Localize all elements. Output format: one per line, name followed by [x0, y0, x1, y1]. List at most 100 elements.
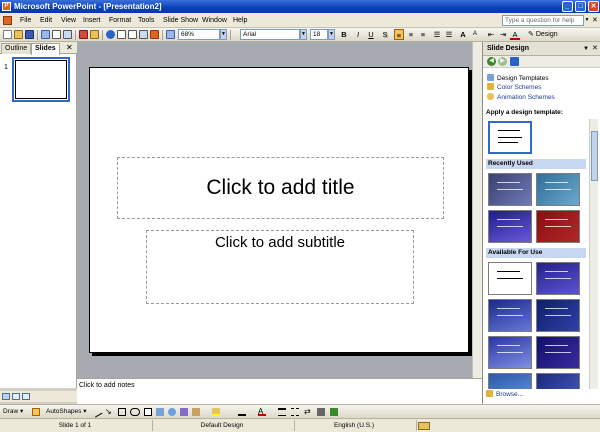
font-size-dropdown-arrow[interactable]: ▼	[328, 29, 335, 40]
template-default[interactable]	[488, 121, 532, 154]
select-objects-icon[interactable]	[32, 408, 40, 416]
maximize-button[interactable]: □	[575, 1, 586, 12]
color-grayscale-icon[interactable]	[150, 30, 159, 39]
task-pane-close-button[interactable]: ✕	[592, 43, 598, 55]
template-available-4[interactable]	[536, 299, 580, 332]
italic-button[interactable]: I	[353, 29, 363, 40]
close-window-button[interactable]: ✕	[588, 1, 599, 12]
template-available-7[interactable]	[488, 373, 532, 389]
home-icon[interactable]	[510, 57, 519, 66]
decrease-font-button[interactable]: A	[470, 29, 480, 40]
menu-file[interactable]: File	[19, 15, 32, 26]
numbering-button[interactable]: ☰	[432, 29, 442, 40]
line-icon[interactable]	[91, 406, 103, 418]
cut-icon[interactable]	[79, 30, 88, 39]
template-available-1[interactable]	[488, 262, 532, 295]
slide-canvas[interactable]: Click to add title Click to add subtitle	[89, 67, 469, 353]
print-preview-icon[interactable]	[63, 30, 72, 39]
align-right-button[interactable]: ≡	[418, 29, 428, 40]
bullets-button[interactable]: ☰	[444, 29, 454, 40]
template-available-5[interactable]	[488, 336, 532, 369]
slide-show-view-icon[interactable]	[22, 393, 30, 400]
tab-slides[interactable]: Slides	[31, 43, 60, 55]
shadow-button[interactable]: S	[380, 29, 390, 40]
zoom-dropdown-arrow[interactable]: ▼	[220, 29, 227, 40]
document-icon[interactable]	[3, 16, 12, 25]
forward-icon[interactable]: ▶	[498, 57, 507, 66]
scrollbar-thumb[interactable]	[591, 131, 598, 181]
notes-pane[interactable]: Click to add notes	[77, 378, 482, 404]
dash-style-icon[interactable]	[291, 408, 299, 416]
increase-font-button[interactable]: A	[458, 29, 468, 40]
bold-button[interactable]: B	[339, 29, 349, 40]
window-title-bar[interactable]: P Microsoft PowerPoint - [Presentation2]…	[0, 0, 600, 13]
paste-icon[interactable]	[90, 30, 99, 39]
ask-a-question-input[interactable]: Type a question for help	[502, 15, 584, 26]
wordart-icon[interactable]	[156, 408, 164, 416]
font-size-select[interactable]: 18	[310, 29, 328, 40]
normal-view-icon[interactable]	[2, 393, 10, 400]
pane-close-button[interactable]: ✕	[66, 43, 73, 53]
vertical-scrollbar[interactable]	[472, 42, 482, 378]
template-available-8[interactable]	[536, 373, 580, 389]
line-style-icon[interactable]	[278, 408, 286, 416]
clip-art-icon[interactable]	[180, 408, 188, 416]
browse-link[interactable]: Browse...	[486, 390, 523, 398]
powerpoint-app-icon[interactable]: P	[2, 2, 11, 11]
title-placeholder[interactable]: Click to add title	[117, 157, 444, 219]
font-name-select[interactable]: Arial	[240, 29, 300, 40]
save-icon[interactable]	[25, 30, 34, 39]
template-available-3[interactable]	[488, 299, 532, 332]
diagram-icon[interactable]	[168, 408, 176, 416]
template-recent-2[interactable]	[536, 173, 580, 206]
menu-format[interactable]: Format	[108, 15, 132, 26]
slide-thumbnail[interactable]	[12, 57, 70, 102]
undo-icon[interactable]	[106, 30, 115, 39]
align-left-button[interactable]: ≡	[394, 29, 404, 40]
minimize-button[interactable]: _	[562, 1, 573, 12]
menu-insert[interactable]: Insert	[82, 15, 102, 26]
subtitle-placeholder[interactable]: Click to add subtitle	[146, 230, 414, 304]
template-available-6[interactable]	[536, 336, 580, 369]
arrow-icon[interactable]: ↘	[105, 408, 113, 416]
link-color-schemes[interactable]: Color Schemes	[487, 83, 541, 92]
back-icon[interactable]: ◀	[487, 57, 496, 66]
template-recent-4[interactable]	[536, 210, 580, 243]
menu-view[interactable]: View	[60, 15, 77, 26]
show-grid-icon[interactable]	[166, 30, 175, 39]
line-color-icon[interactable]	[238, 408, 246, 416]
tab-outline[interactable]: Outline	[1, 43, 32, 54]
template-recent-1[interactable]	[488, 173, 532, 206]
design-button[interactable]: ✎ Design	[528, 29, 558, 40]
text-box-icon[interactable]	[144, 408, 152, 416]
oval-icon[interactable]	[130, 408, 140, 416]
menu-edit[interactable]: Edit	[39, 15, 53, 26]
template-gallery-scrollbar[interactable]	[589, 119, 598, 389]
print-icon[interactable]	[52, 30, 61, 39]
link-animation-schemes[interactable]: Animation Schemes	[487, 93, 555, 102]
fill-color-icon[interactable]	[212, 408, 220, 416]
link-design-templates[interactable]: Design Templates	[487, 74, 549, 83]
spelling-status-icon[interactable]	[418, 422, 430, 430]
font-color-icon[interactable]: A	[258, 408, 266, 416]
slide-sorter-view-icon[interactable]	[12, 393, 20, 400]
open-icon[interactable]	[14, 30, 23, 39]
task-pane-menu-button[interactable]: ▼	[583, 43, 589, 55]
rectangle-icon[interactable]	[118, 408, 126, 416]
shadow-style-icon[interactable]	[317, 408, 325, 416]
ask-dropdown-arrow[interactable]: ▼	[584, 15, 590, 26]
decrease-indent-button[interactable]: ⇤	[486, 29, 496, 40]
new-icon[interactable]	[3, 30, 12, 39]
align-center-button[interactable]: ≡	[406, 29, 416, 40]
arrow-style-icon[interactable]: ⇄	[304, 408, 312, 416]
template-available-2[interactable]	[536, 262, 580, 295]
autoshapes-menu[interactable]: AutoShapes ▾	[46, 407, 87, 417]
template-recent-3[interactable]	[488, 210, 532, 243]
increase-indent-button[interactable]: ⇥	[498, 29, 508, 40]
font-color-button[interactable]: A	[510, 29, 520, 40]
menu-window[interactable]: Window	[201, 15, 228, 26]
menu-tools[interactable]: Tools	[137, 15, 155, 26]
3d-style-icon[interactable]	[330, 408, 338, 416]
menu-slide-show[interactable]: Slide Show	[162, 15, 199, 26]
new-slide-icon[interactable]	[139, 30, 148, 39]
